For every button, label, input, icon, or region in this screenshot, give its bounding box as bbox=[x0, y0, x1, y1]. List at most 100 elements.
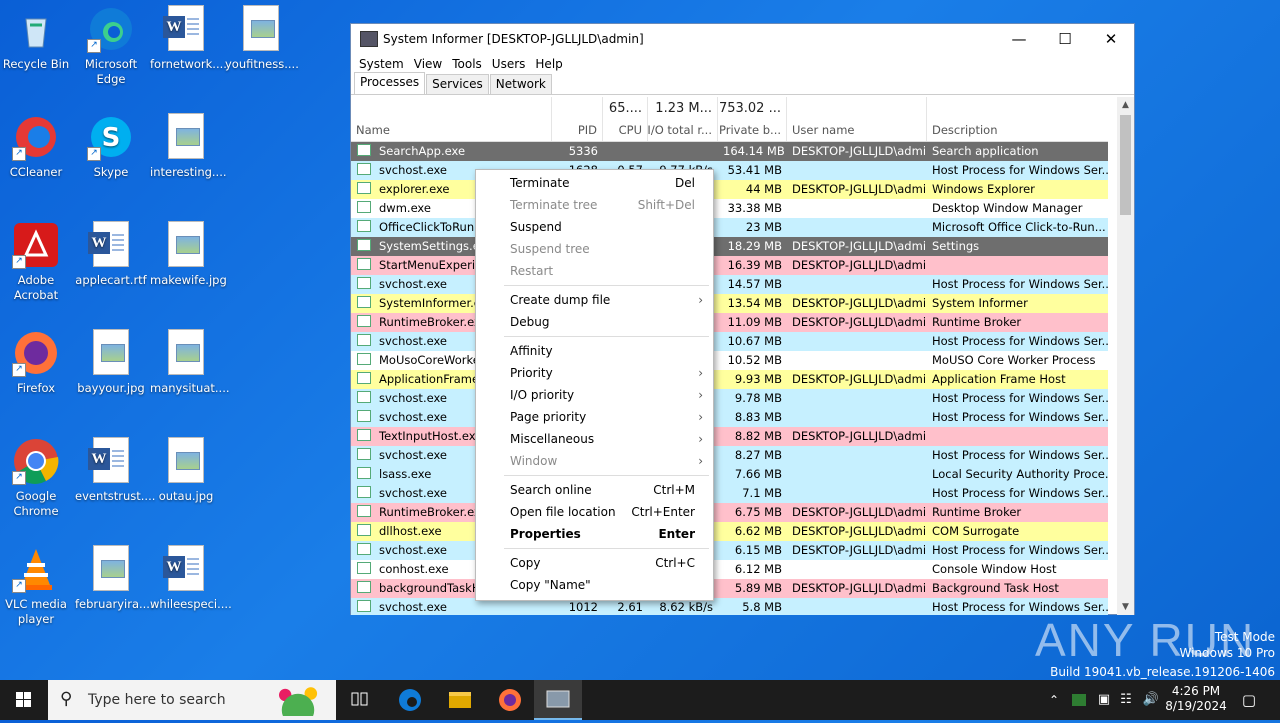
tab-services[interactable]: Services bbox=[426, 74, 489, 94]
tab-network[interactable]: Network bbox=[489, 74, 552, 94]
maximize-button[interactable]: ☐ bbox=[1042, 24, 1088, 54]
context-menu-item[interactable]: Miscellaneous › bbox=[476, 428, 713, 450]
menu-system[interactable]: System bbox=[354, 57, 409, 71]
desktop-icon[interactable]: Wapplecart.rtf bbox=[75, 221, 147, 288]
table-row[interactable]: dllhost.exe 6.62 MB DESKTOP-JGLLJLD\admi CO… bbox=[351, 522, 1108, 541]
minimize-button[interactable]: — bbox=[996, 24, 1042, 54]
cell-user: DESKTOP-JGLLJLD\admi bbox=[787, 579, 927, 598]
table-row[interactable]: ApplicationFrameH 9.93 MB DESKTOP-JGLLJLD\… bbox=[351, 370, 1108, 389]
table-row[interactable]: StartMenuExperien 16.39 MB DESKTOP-JGLLJLD… bbox=[351, 256, 1108, 275]
taskbar-file-explorer-icon[interactable] bbox=[440, 680, 480, 720]
column-pid[interactable]: PID bbox=[552, 97, 603, 141]
security-tray-icon[interactable] bbox=[1068, 680, 1090, 720]
table-row[interactable]: svchost.exe 14.57 MB Host Process for Wind… bbox=[351, 275, 1108, 294]
table-row[interactable]: RuntimeBroker.exe 11.09 MB DESKTOP-JGLLJLD… bbox=[351, 313, 1108, 332]
table-row[interactable]: svchost.exe 7.1 MB Host Process for Window… bbox=[351, 484, 1108, 503]
table-row[interactable]: svchost.exe16280.579.77 kB/s53.41 MBHost… bbox=[351, 161, 1108, 180]
table-row[interactable]: lsass.exe 7.66 MB Local Security Authority… bbox=[351, 465, 1108, 484]
column-private-bytes[interactable]: 753.02 ... Private b... bbox=[718, 97, 787, 141]
context-menu-item[interactable]: Search online Ctrl+M bbox=[476, 479, 713, 501]
menu-users[interactable]: Users bbox=[487, 57, 531, 71]
table-row[interactable]: svchost.exe 8.83 MB Host Process for Windo… bbox=[351, 408, 1108, 427]
chevron-up-icon[interactable]: ⌃ bbox=[1044, 680, 1064, 720]
desktop-icon[interactable]: ↗ Firefox bbox=[0, 329, 72, 396]
taskbar-system-informer-icon[interactable] bbox=[534, 680, 582, 720]
taskbar-firefox-icon[interactable] bbox=[490, 680, 530, 720]
desktop-icon[interactable]: ↗ CCleaner bbox=[0, 113, 72, 180]
desktop-icon[interactable]: Wwhileespeci.... bbox=[150, 545, 232, 612]
context-menu-item[interactable]: Create dump file › bbox=[476, 289, 713, 311]
desktop-icon[interactable]: ↗ VLC media player bbox=[0, 545, 72, 627]
desktop-icon[interactable]: februaryira.... bbox=[75, 545, 154, 612]
table-row[interactable]: svchost.exe 6.15 MB DESKTOP-JGLLJLD\admi Ho… bbox=[351, 541, 1108, 560]
context-menu-item[interactable]: I/O priority › bbox=[476, 384, 713, 406]
network-icon[interactable]: ☷ bbox=[1116, 680, 1136, 720]
table-row[interactable]: conhost.exe 6.12 MB Console Window Host bbox=[351, 560, 1108, 579]
menu-view[interactable]: View bbox=[409, 57, 447, 71]
desktop-icon[interactable]: Wfornetwork.... bbox=[150, 5, 227, 72]
desktop-icon[interactable]: Weventstrust.... bbox=[75, 437, 155, 504]
desktop-icon[interactable]: ↗ Adobe Acrobat bbox=[0, 221, 72, 303]
context-menu-item[interactable]: Properties Enter bbox=[476, 523, 713, 545]
desktop-icon[interactable]: makewife.jpg bbox=[150, 221, 227, 288]
table-row[interactable]: svchost.exe 9.78 MB Host Process for Windo… bbox=[351, 389, 1108, 408]
context-menu-item[interactable]: Copy Ctrl+C bbox=[476, 552, 713, 574]
column-description[interactable]: Description bbox=[927, 97, 1108, 141]
table-row[interactable]: svchost.exe 1012 2.61 8.62 kB/s 5.8 MB Host P… bbox=[351, 598, 1108, 615]
table-row[interactable]: svchost.exe 10.67 MB Host Process for Wind… bbox=[351, 332, 1108, 351]
table-row[interactable]: OfficeClickToRun.e 23 MB Microsoft Office … bbox=[351, 218, 1108, 237]
close-button[interactable]: ✕ bbox=[1088, 24, 1134, 54]
column-cpu[interactable]: 65.... CPU bbox=[603, 97, 648, 141]
tab-processes[interactable]: Processes bbox=[354, 72, 426, 94]
scroll-up-icon[interactable]: ▲ bbox=[1117, 97, 1134, 113]
volume-icon[interactable]: 🔊 bbox=[1140, 680, 1162, 720]
column-name[interactable]: Name bbox=[351, 97, 552, 141]
desktop-icon[interactable]: youfitness.... bbox=[225, 5, 299, 72]
desktop-icon[interactable]: manysituat.... bbox=[150, 329, 230, 396]
desktop-icon[interactable]: S ↗ Skype bbox=[75, 113, 147, 180]
table-row[interactable]: SystemInformer.exe 13.54 MB DESKTOP-JGLLJL… bbox=[351, 294, 1108, 313]
submenu-chevron-icon: › bbox=[698, 388, 703, 402]
desktop-icon[interactable]: interesting.... bbox=[150, 113, 227, 180]
context-menu-item[interactable]: Page priority › bbox=[476, 406, 713, 428]
device-tray-icon[interactable]: ▣ bbox=[1094, 680, 1114, 720]
taskbar-search-box[interactable]: ⚲ Type here to search bbox=[48, 680, 336, 720]
title-bar[interactable]: System Informer [DESKTOP-JGLLJLD\admin] … bbox=[351, 24, 1134, 54]
column-user-name[interactable]: User name bbox=[787, 97, 927, 141]
column-io[interactable]: 1.23 M... I/O total r... bbox=[647, 97, 718, 141]
menu-tools[interactable]: Tools bbox=[447, 57, 487, 71]
desktop-icon[interactable]: Recycle Bin bbox=[0, 5, 72, 72]
context-menu-item[interactable]: Open file location Ctrl+Enter bbox=[476, 501, 713, 523]
start-button[interactable] bbox=[0, 680, 48, 720]
table-row[interactable]: MoUsoCoreWorke 10.52 MB MoUSO Core Worker … bbox=[351, 351, 1108, 370]
table-row[interactable]: dwm.exe 33.38 MB Desktop Window Manager bbox=[351, 199, 1108, 218]
shortcut-arrow-icon: ↗ bbox=[87, 39, 101, 53]
cell-text: 44 MB bbox=[745, 182, 782, 196]
menu-help[interactable]: Help bbox=[530, 57, 567, 71]
desktop-icon[interactable]: outau.jpg bbox=[150, 437, 222, 504]
taskbar-edge-icon[interactable] bbox=[390, 680, 430, 720]
context-menu-item[interactable]: Suspend bbox=[476, 216, 713, 238]
table-row[interactable]: svchost.exe 8.27 MB Host Process for Windo… bbox=[351, 446, 1108, 465]
table-row[interactable]: explorer.exe 44 MB DESKTOP-JGLLJLD\admi Win… bbox=[351, 180, 1108, 199]
vertical-scrollbar[interactable]: ▲ ▼ bbox=[1117, 97, 1134, 615]
table-row[interactable]: TextInputHost.exe 8.82 MB DESKTOP-JGLLJLD\… bbox=[351, 427, 1108, 446]
table-row[interactable]: SystemSettings.exe 18.29 MB DESKTOP-JGLLJL… bbox=[351, 237, 1108, 256]
context-menu-item[interactable]: Copy "Name" bbox=[476, 574, 713, 596]
context-menu-item[interactable]: Affinity bbox=[476, 340, 713, 362]
task-view-icon[interactable] bbox=[340, 680, 380, 720]
cell-desc: Host Process for Windows Ser... bbox=[927, 408, 1108, 427]
table-row[interactable]: backgroundTaskHo 5.89 MB DESKTOP-JGLLJLD\a… bbox=[351, 579, 1108, 598]
context-menu-item[interactable]: Priority › bbox=[476, 362, 713, 384]
notification-icon[interactable]: ▢ bbox=[1234, 680, 1264, 720]
desktop-icon[interactable]: ↗ Microsoft Edge bbox=[75, 5, 147, 87]
desktop-icon[interactable]: ↗ Google Chrome bbox=[0, 437, 72, 519]
table-row[interactable]: RuntimeBroker.exe 6.75 MB DESKTOP-JGLLJLD\… bbox=[351, 503, 1108, 522]
context-menu-item[interactable]: Terminate Del bbox=[476, 172, 713, 194]
table-row[interactable]: SearchApp.exe 5336 164.14 MB DESKTOP-JGLLJL… bbox=[351, 142, 1108, 161]
clock[interactable]: 4:26 PM 8/19/2024 bbox=[1164, 680, 1228, 720]
cell-text: backgroundTaskHo bbox=[379, 581, 488, 595]
desktop-icon[interactable]: bayyour.jpg bbox=[75, 329, 147, 396]
context-menu-item[interactable]: Debug bbox=[476, 311, 713, 333]
scroll-thumb[interactable] bbox=[1120, 115, 1131, 215]
